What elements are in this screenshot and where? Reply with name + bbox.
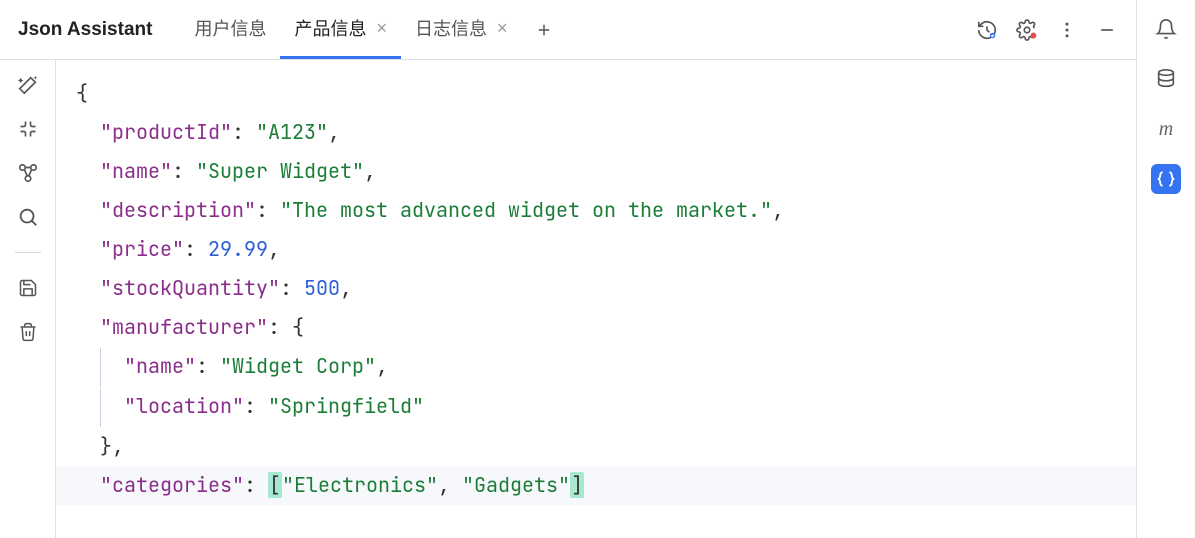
right-sidebar: m bbox=[1137, 0, 1195, 538]
top-actions bbox=[974, 17, 1126, 43]
m-tool-icon[interactable]: m bbox=[1151, 114, 1181, 144]
history-icon[interactable] bbox=[974, 17, 1000, 43]
json-value: "The most advanced widget on the market.… bbox=[280, 197, 772, 223]
settings-gear-icon[interactable] bbox=[1014, 17, 1040, 43]
json-value: "Gadgets" bbox=[462, 472, 570, 498]
json-value: "Widget Corp" bbox=[220, 353, 376, 379]
search-icon[interactable] bbox=[15, 204, 41, 230]
json-value: "Super Widget" bbox=[196, 158, 364, 184]
more-vertical-icon[interactable] bbox=[1054, 17, 1080, 43]
tab-label: 日志信息 bbox=[415, 15, 487, 41]
json-key: "name" bbox=[100, 158, 172, 184]
trash-icon[interactable] bbox=[15, 319, 41, 345]
topbar: Json Assistant 用户信息 产品信息 × 日志信息 × bbox=[0, 0, 1136, 60]
save-icon[interactable] bbox=[15, 275, 41, 301]
json-value: 500 bbox=[304, 275, 340, 301]
close-icon[interactable]: × bbox=[497, 18, 508, 39]
separator bbox=[15, 252, 41, 253]
close-icon[interactable]: × bbox=[376, 18, 387, 39]
magic-wand-icon[interactable] bbox=[15, 72, 41, 98]
json-key: "stockQuantity" bbox=[100, 275, 280, 301]
json-value: "Electronics" bbox=[282, 472, 438, 498]
tabs: 用户信息 产品信息 × 日志信息 × bbox=[180, 0, 567, 59]
brace-open: { bbox=[292, 314, 304, 340]
tab-user-info[interactable]: 用户信息 bbox=[180, 0, 280, 59]
json-value: "Springfield" bbox=[268, 393, 424, 419]
main-area: Json Assistant 用户信息 产品信息 × 日志信息 × bbox=[0, 0, 1137, 538]
minimize-icon[interactable] bbox=[1094, 17, 1120, 43]
json-tool-icon[interactable] bbox=[1151, 164, 1181, 194]
brace-close: } bbox=[100, 433, 112, 459]
graph-icon[interactable] bbox=[15, 160, 41, 186]
json-key: "productId" bbox=[100, 119, 232, 145]
tab-product-info[interactable]: 产品信息 × bbox=[280, 0, 401, 59]
json-key: "name" bbox=[124, 353, 196, 379]
bell-icon[interactable] bbox=[1151, 14, 1181, 44]
bracket-open: [ bbox=[268, 472, 282, 498]
json-editor[interactable]: { "productId": "A123", "name": "Super Wi… bbox=[56, 60, 1136, 538]
tab-log-info[interactable]: 日志信息 × bbox=[401, 0, 522, 59]
add-tab-button[interactable] bbox=[521, 0, 567, 59]
bracket-close: ] bbox=[570, 472, 584, 498]
tab-label: 用户信息 bbox=[194, 15, 266, 41]
database-icon[interactable] bbox=[1151, 64, 1181, 94]
compress-icon[interactable] bbox=[15, 116, 41, 142]
json-key: "description" bbox=[100, 197, 256, 223]
left-toolbar bbox=[0, 60, 56, 538]
json-value: 29.99 bbox=[208, 236, 268, 262]
json-key: "price" bbox=[100, 236, 184, 262]
app-title: Json Assistant bbox=[0, 19, 170, 41]
tab-label: 产品信息 bbox=[294, 15, 366, 41]
body-area: { "productId": "A123", "name": "Super Wi… bbox=[0, 60, 1136, 538]
json-value: "A123" bbox=[256, 119, 328, 145]
json-key: "categories" bbox=[100, 472, 244, 498]
json-key: "location" bbox=[124, 393, 244, 419]
json-key: "manufacturer" bbox=[100, 314, 268, 340]
brace-open: { bbox=[76, 80, 88, 106]
